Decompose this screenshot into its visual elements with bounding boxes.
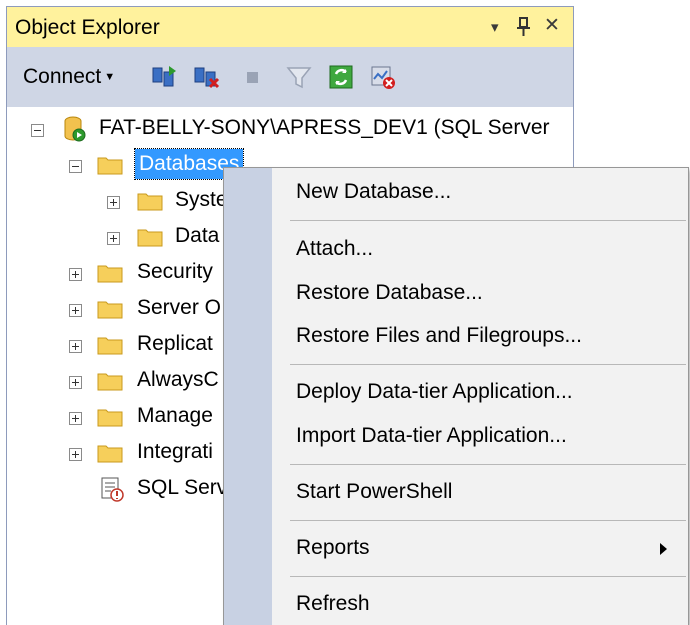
menu-separator	[290, 364, 686, 365]
server-name: FAT-BELLY-SONY\APRESS_DEV1 (SQL Server	[99, 116, 550, 139]
expand-toggle[interactable]	[69, 412, 82, 425]
databases-context-menu: New Database... Attach... Restore Databa…	[223, 167, 689, 625]
filter-icon[interactable]	[285, 64, 313, 90]
stop-icon[interactable]	[239, 64, 267, 90]
expand-toggle[interactable]	[69, 304, 82, 317]
tree-node-server[interactable]: FAT-BELLY-SONY\APRESS_DEV1 (SQL Server	[7, 113, 573, 147]
sql-server-agent-icon	[101, 477, 124, 502]
connect-object-explorer-icon[interactable]	[151, 64, 179, 90]
folder-icon	[97, 265, 123, 283]
menu-icon-gutter	[224, 168, 272, 625]
folder-icon	[97, 157, 123, 175]
folder-icon	[97, 373, 123, 391]
object-explorer-titlebar: Object Explorer ▾ ✕	[7, 7, 573, 47]
panel-title: Object Explorer	[15, 16, 160, 39]
folder-icon	[137, 193, 163, 211]
menu-item-deploy-data-tier[interactable]: Deploy Data-tier Application...	[296, 374, 573, 410]
folder-icon	[137, 229, 163, 247]
activity-monitor-icon[interactable]	[369, 64, 397, 90]
chevron-down-icon: ▼	[104, 71, 116, 83]
menu-separator	[290, 220, 686, 221]
menu-item-start-powershell[interactable]: Start PowerShell	[296, 474, 452, 510]
system-databases-label: Syste	[175, 188, 228, 211]
close-icon[interactable]: ✕	[544, 14, 560, 37]
expand-toggle[interactable]	[69, 268, 82, 281]
menu-item-restore-database[interactable]: Restore Database...	[296, 275, 483, 311]
collapse-toggle[interactable]	[31, 124, 44, 137]
folder-icon	[97, 445, 123, 463]
disconnect-icon[interactable]	[193, 64, 221, 90]
integration-services-label: Integrati	[137, 440, 213, 463]
server-objects-label: Server O	[137, 296, 222, 319]
menu-separator	[290, 576, 686, 577]
expand-toggle[interactable]	[107, 196, 120, 209]
expand-toggle[interactable]	[69, 340, 82, 353]
expand-toggle[interactable]	[69, 448, 82, 461]
menu-separator	[290, 464, 686, 465]
submenu-arrow-icon	[660, 543, 667, 555]
menu-item-attach[interactable]: Attach...	[296, 231, 373, 267]
menu-item-refresh[interactable]: Refresh	[296, 586, 370, 622]
menu-item-reports[interactable]: Reports	[296, 530, 370, 566]
menu-separator	[290, 520, 686, 521]
replication-label: Replicat	[137, 332, 213, 355]
connect-label: Connect	[23, 65, 102, 88]
folder-icon	[97, 409, 123, 427]
menu-item-new-database[interactable]: New Database...	[296, 174, 451, 210]
database-server-icon	[64, 116, 86, 142]
menu-item-import-data-tier[interactable]: Import Data-tier Application...	[296, 418, 567, 454]
connect-button[interactable]: Connect ▼	[23, 65, 115, 89]
pin-icon[interactable]	[517, 17, 531, 37]
collapse-toggle[interactable]	[69, 160, 82, 173]
expand-toggle[interactable]	[69, 376, 82, 389]
refresh-icon[interactable]	[327, 64, 355, 90]
object-explorer-toolbar: Connect ▼	[7, 47, 573, 107]
expand-toggle[interactable]	[107, 232, 120, 245]
sql-server-agent-label: SQL Serv	[137, 476, 228, 499]
database-snapshots-label: Data	[175, 224, 220, 247]
security-label: Security	[137, 260, 213, 283]
menu-item-restore-files-filegroups[interactable]: Restore Files and Filegroups...	[296, 318, 582, 354]
always-on-label: AlwaysC	[137, 368, 219, 391]
folder-icon	[97, 301, 123, 319]
management-label: Manage	[137, 404, 213, 427]
folder-icon	[97, 337, 123, 355]
window-position-dropdown-icon[interactable]: ▾	[491, 18, 499, 36]
